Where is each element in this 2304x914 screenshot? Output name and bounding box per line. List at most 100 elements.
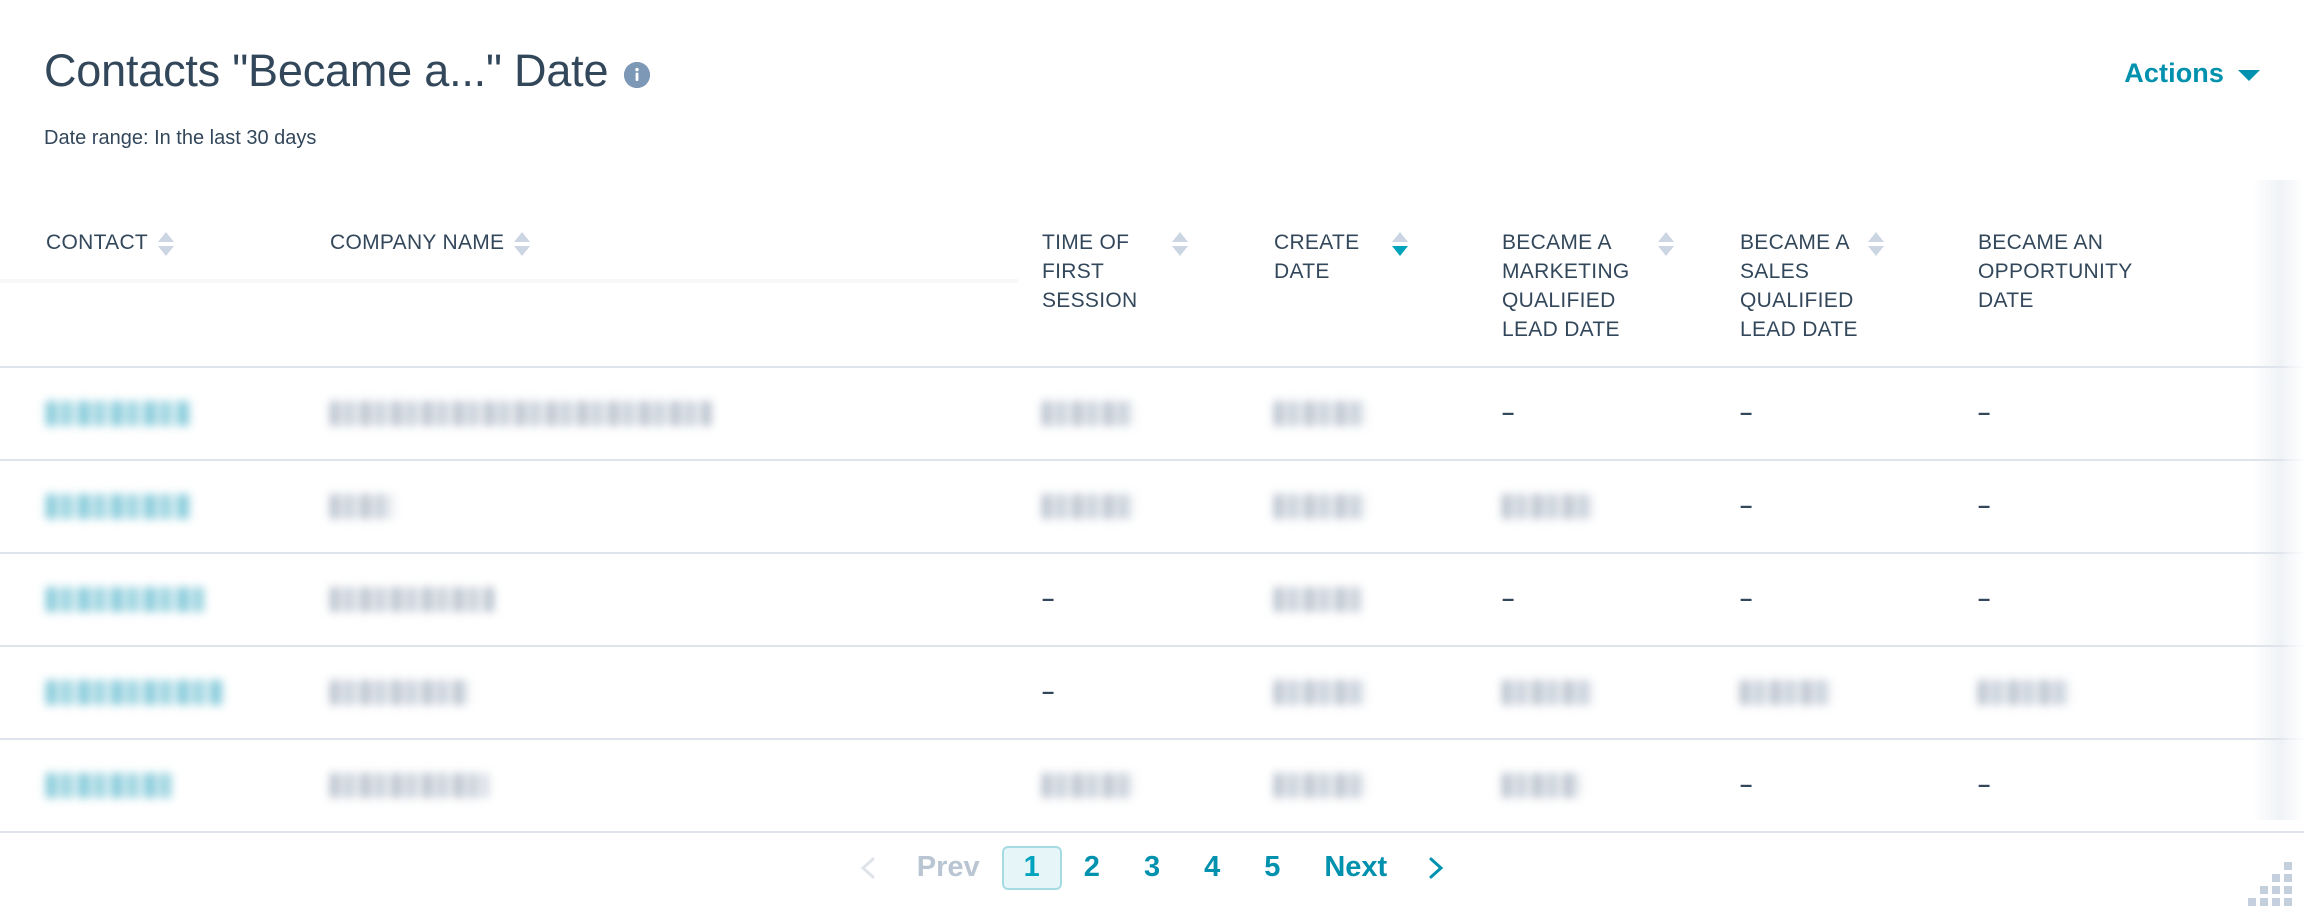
- sort-toggle-contact[interactable]: [158, 229, 175, 256]
- sort-ascending-icon: [158, 232, 175, 242]
- cell-value-redacted: [1502, 773, 1580, 798]
- cell-empty-dash: –: [1740, 493, 1753, 518]
- cell-opportunity-date: –: [1954, 553, 2304, 647]
- cell-mql-date: [1478, 460, 1716, 554]
- cell-sql-date: –: [1716, 460, 1954, 554]
- sort-ascending-icon: [1392, 232, 1408, 242]
- cell-sql-date: –: [1716, 739, 1954, 833]
- cell-value-redacted: [1274, 680, 1366, 705]
- column-header-contact[interactable]: CONTACT: [0, 180, 306, 368]
- cell-mql-date: –: [1478, 367, 1716, 461]
- cell-contact: [0, 553, 306, 647]
- cell-company: [306, 367, 1018, 461]
- cell-empty-dash: –: [1978, 586, 1991, 611]
- cell-value-redacted: [330, 587, 495, 612]
- info-icon[interactable]: [624, 61, 651, 88]
- cell-company: [306, 460, 1018, 554]
- resize-grip-icon[interactable]: [2224, 854, 2296, 910]
- cell-opportunity-date: [1954, 646, 2304, 740]
- sort-toggle-company-name[interactable]: [514, 229, 531, 256]
- cell-contact: [0, 367, 306, 461]
- cell-opportunity-date: –: [1954, 739, 2304, 833]
- column-header-label: TIME OF FIRST SESSION: [1042, 231, 1138, 312]
- cell-create-date: [1250, 646, 1478, 740]
- pagination: Prev 1 2 3 4 5 Next: [0, 846, 2304, 890]
- contact-link-redacted[interactable]: [46, 587, 204, 612]
- contact-link-redacted[interactable]: [46, 773, 172, 798]
- actions-button[interactable]: Actions: [2124, 58, 2260, 89]
- cell-value-redacted: [1502, 494, 1594, 519]
- contacts-table: CONTACT COMPANY NAME TIME OF FIRST SESSI…: [0, 180, 2304, 833]
- sort-descending-icon: [514, 246, 531, 256]
- cell-value-redacted: [1042, 494, 1134, 519]
- column-header-mql-date[interactable]: BECAME A MARKETING QUALIFIED LEAD DATE: [1478, 180, 1716, 368]
- column-header-label: BECAME A SALES QUALIFIED LEAD DATE: [1740, 231, 1858, 341]
- cell-company: [306, 553, 1018, 647]
- sort-toggle-mql-date[interactable]: [1658, 229, 1674, 256]
- sort-ascending-icon: [1172, 232, 1188, 242]
- sort-toggle-time-of-first-session[interactable]: [1172, 229, 1188, 256]
- cell-create-date: [1250, 367, 1478, 461]
- contact-link-redacted[interactable]: [46, 494, 191, 519]
- cell-value-redacted: [1274, 401, 1366, 426]
- cell-empty-dash: –: [1042, 679, 1055, 704]
- column-header-label: BECAME A MARKETING QUALIFIED LEAD DATE: [1502, 231, 1630, 341]
- sort-descending-icon: [1658, 246, 1674, 256]
- table-body: – – – – – – – – – – – –: [0, 367, 2304, 833]
- page-title: Contacts "Became a..." Date: [44, 45, 609, 96]
- actions-button-label: Actions: [2124, 58, 2224, 88]
- pagination-page-3[interactable]: 3: [1122, 846, 1182, 890]
- sort-toggle-create-date[interactable]: [1392, 229, 1408, 256]
- cell-company: [306, 739, 1018, 833]
- cell-value-redacted: [1274, 773, 1366, 798]
- cell-empty-dash: –: [1740, 400, 1753, 425]
- cell-sql-date: –: [1716, 367, 1954, 461]
- column-header-opportunity-date[interactable]: BECAME AN OPPORTUNITY DATE: [1954, 180, 2304, 368]
- cell-value-redacted: [1502, 680, 1594, 705]
- cell-empty-dash: –: [1042, 586, 1055, 611]
- cell-empty-dash: –: [1740, 772, 1753, 797]
- pagination-page-1[interactable]: 1: [1001, 846, 1062, 890]
- cell-create-date: [1250, 739, 1478, 833]
- cell-contact: [0, 460, 306, 554]
- sort-descending-icon: [158, 246, 175, 256]
- table-row[interactable]: – – – –: [0, 553, 2304, 647]
- table-header-row: CONTACT COMPANY NAME TIME OF FIRST SESSI…: [0, 180, 2304, 368]
- pagination-page-4[interactable]: 4: [1182, 846, 1242, 890]
- cell-mql-date: –: [1478, 553, 1716, 647]
- sort-descending-icon: [1172, 246, 1188, 256]
- table-row[interactable]: – – –: [0, 367, 2304, 461]
- table-row[interactable]: –: [0, 646, 2304, 740]
- column-header-company-name[interactable]: COMPANY NAME: [306, 180, 1018, 368]
- sort-descending-icon: [1868, 246, 1884, 256]
- report-card: Contacts "Became a..." Date Date range: …: [0, 0, 2304, 914]
- table-scroll-container[interactable]: CONTACT COMPANY NAME TIME OF FIRST SESSI…: [0, 180, 2304, 914]
- date-range-label: Date range: In the last 30 days: [44, 127, 317, 149]
- cell-mql-date: [1478, 739, 1716, 833]
- pagination-page-5[interactable]: 5: [1242, 846, 1302, 890]
- cell-value-redacted: [330, 773, 488, 798]
- cell-contact: [0, 646, 306, 740]
- table-row[interactable]: – –: [0, 460, 2304, 554]
- chevron-right-icon[interactable]: [1423, 855, 1449, 881]
- pagination-next-button[interactable]: Next: [1302, 846, 1409, 890]
- cell-value-redacted: [330, 680, 469, 705]
- pagination-prev-button: Prev: [916, 851, 980, 883]
- sort-descending-icon: [1392, 246, 1408, 256]
- cell-empty-dash: –: [1502, 586, 1515, 611]
- column-header-sql-date[interactable]: BECAME A SALES QUALIFIED LEAD DATE: [1716, 180, 1954, 368]
- cell-value-redacted: [1740, 680, 1832, 705]
- contact-link-redacted[interactable]: [46, 680, 224, 705]
- cell-value-redacted: [330, 494, 393, 519]
- column-header-time-of-first-session[interactable]: TIME OF FIRST SESSION: [1018, 180, 1250, 368]
- sort-toggle-sql-date[interactable]: [1868, 229, 1884, 256]
- cell-empty-dash: –: [1502, 400, 1515, 425]
- cell-create-date: [1250, 553, 1478, 647]
- column-header-create-date[interactable]: CREATE DATE: [1250, 180, 1478, 368]
- cell-empty-dash: –: [1978, 493, 1991, 518]
- table-row[interactable]: – –: [0, 739, 2304, 833]
- sort-ascending-icon: [1658, 232, 1674, 242]
- pagination-page-2[interactable]: 2: [1062, 846, 1122, 890]
- cell-empty-dash: –: [1978, 400, 1991, 425]
- contact-link-redacted[interactable]: [46, 401, 191, 426]
